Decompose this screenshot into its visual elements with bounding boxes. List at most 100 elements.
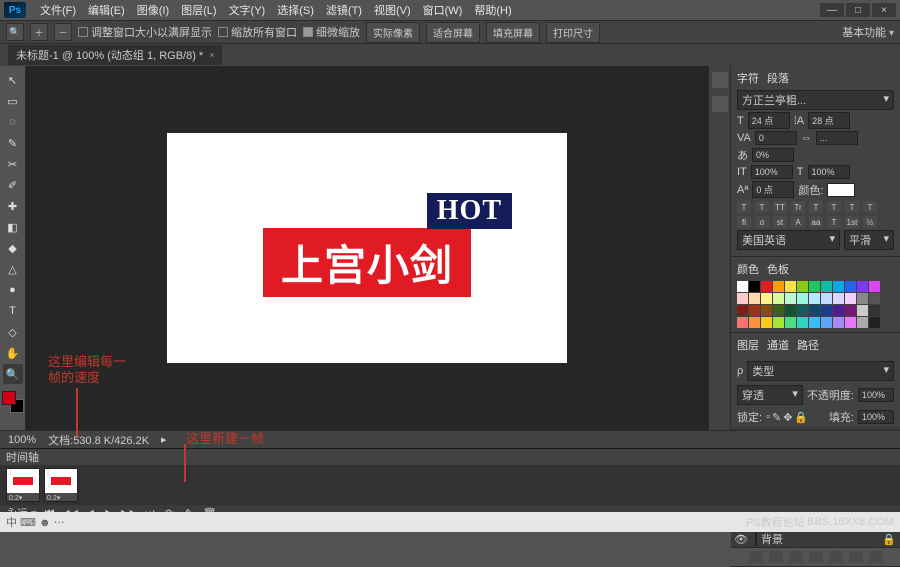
swatch[interactable] xyxy=(737,317,748,328)
swatch[interactable] xyxy=(761,281,772,292)
ot-titling[interactable]: T xyxy=(827,216,841,228)
tab-channels[interactable]: 通道 xyxy=(767,337,789,353)
document-canvas[interactable]: HOT 上宫小剑 xyxy=(167,133,567,363)
layer-mask-icon[interactable] xyxy=(789,551,803,563)
menu-edit[interactable]: 编辑(E) xyxy=(82,2,131,18)
timeline-frame[interactable]: 20.2▾ xyxy=(44,468,78,502)
swatch[interactable] xyxy=(821,281,832,292)
stamp-tool[interactable]: ◆ xyxy=(3,238,23,258)
ime-indicator[interactable]: 中 ⌨ ☻ ⋯ xyxy=(6,514,65,530)
hand-tool[interactable]: ✋ xyxy=(3,343,23,363)
menu-image[interactable]: 图像(I) xyxy=(131,2,175,18)
properties-panel-icon[interactable] xyxy=(712,96,728,112)
scale-input[interactable]: 0% xyxy=(752,148,794,162)
close-tab-icon[interactable]: × xyxy=(209,50,214,60)
lasso-tool[interactable]: ◌ xyxy=(3,112,23,132)
swatch[interactable] xyxy=(809,317,820,328)
heal-tool[interactable]: ✚ xyxy=(3,196,23,216)
tab-layers[interactable]: 图层 xyxy=(737,337,759,353)
type-tool[interactable]: T xyxy=(3,301,23,321)
link-layers-icon[interactable] xyxy=(749,551,763,563)
shape-tool[interactable]: ◇ xyxy=(3,322,23,342)
swatch[interactable] xyxy=(797,305,808,316)
language-select[interactable]: 美国英语▾ xyxy=(737,230,840,250)
resize-window-check[interactable]: 调整窗口大小以满屏显示 xyxy=(78,24,212,40)
wand-tool[interactable]: ✎ xyxy=(3,133,23,153)
font-family-select[interactable]: 方正兰亭粗...▾ xyxy=(737,90,894,110)
swatch[interactable] xyxy=(833,317,844,328)
swatch[interactable] xyxy=(833,305,844,316)
swatch[interactable] xyxy=(785,293,796,304)
menu-window[interactable]: 窗口(W) xyxy=(417,2,469,18)
swatch[interactable] xyxy=(869,317,880,328)
window-close[interactable]: × xyxy=(872,3,896,17)
hscale-input[interactable]: 100% xyxy=(808,165,850,179)
visibility-icon[interactable]: 👁 xyxy=(735,533,747,546)
zoom-all-check[interactable]: 缩放所有窗口 xyxy=(218,24,297,40)
menu-layer[interactable]: 图层(L) xyxy=(175,2,222,18)
window-minimize[interactable]: — xyxy=(820,3,844,17)
delete-layer-icon[interactable] xyxy=(869,551,883,563)
doc-info[interactable]: 文档:530.8 K/426.2K xyxy=(48,432,149,448)
swatch[interactable] xyxy=(869,281,880,292)
ot-ordinals[interactable]: 1st xyxy=(845,216,859,228)
document-tab[interactable]: 未标题-1 @ 100% (动态组 1, RGB/8) * × xyxy=(8,45,222,65)
swatch[interactable] xyxy=(821,293,832,304)
marquee-tool[interactable]: ▭ xyxy=(3,91,23,111)
swatch[interactable] xyxy=(785,317,796,328)
layer-fx-icon[interactable] xyxy=(769,551,783,563)
tracking-input[interactable]: ... xyxy=(816,131,858,145)
swatch[interactable] xyxy=(857,305,868,316)
ot-ligatures[interactable]: fi xyxy=(737,216,751,228)
swatch[interactable] xyxy=(773,281,784,292)
new-layer-icon[interactable] xyxy=(849,551,863,563)
zoom-tool-icon[interactable]: 🔍 xyxy=(6,23,24,41)
swatch[interactable] xyxy=(797,317,808,328)
adjustment-layer-icon[interactable] xyxy=(809,551,823,563)
baseline-input[interactable]: 0 点 xyxy=(752,181,794,198)
swatch[interactable] xyxy=(749,317,760,328)
swatch[interactable] xyxy=(857,281,868,292)
swatch[interactable] xyxy=(749,281,760,292)
ot-contextual[interactable]: σ xyxy=(755,216,769,228)
frame-delay[interactable]: 0.2▾ xyxy=(9,494,22,502)
eraser-tool[interactable]: △ xyxy=(3,259,23,279)
gradient-tool[interactable]: ● xyxy=(3,280,23,300)
swatch[interactable] xyxy=(773,317,784,328)
swatch-grid[interactable] xyxy=(737,281,894,328)
faux-bold[interactable]: T xyxy=(737,201,751,213)
swatch[interactable] xyxy=(749,305,760,316)
eyedropper-tool[interactable]: ✐ xyxy=(3,175,23,195)
fill-screen-button[interactable]: 填充屏幕 xyxy=(486,22,540,43)
swatch[interactable] xyxy=(737,293,748,304)
swatch[interactable] xyxy=(761,317,772,328)
window-maximize[interactable]: □ xyxy=(846,3,870,17)
zoom-level[interactable]: 100% xyxy=(8,434,36,446)
timeline-frame[interactable]: 10.2▾ xyxy=(6,468,40,502)
lock-icons[interactable]: ▫✎✥🔒 xyxy=(766,411,808,424)
strike[interactable]: T xyxy=(863,201,877,213)
swatch[interactable] xyxy=(773,305,784,316)
tab-paths[interactable]: 路径 xyxy=(797,337,819,353)
swatch[interactable] xyxy=(869,293,880,304)
kerning-input[interactable]: 0 xyxy=(755,131,797,145)
brush-tool[interactable]: ◧ xyxy=(3,217,23,237)
swatch[interactable] xyxy=(785,305,796,316)
print-size-button[interactable]: 打印尺寸 xyxy=(546,22,600,43)
swatch[interactable] xyxy=(845,317,856,328)
swatch[interactable] xyxy=(857,317,868,328)
fit-screen-button[interactable]: 适合屏幕 xyxy=(426,22,480,43)
ot-fractions[interactable]: ½ xyxy=(863,216,877,228)
swatch[interactable] xyxy=(737,305,748,316)
swatch[interactable] xyxy=(869,305,880,316)
swatch[interactable] xyxy=(797,281,808,292)
workspace-switcher[interactable]: 基本功能 ▾ xyxy=(842,24,894,40)
color-swatches[interactable] xyxy=(2,391,24,413)
opacity-input[interactable]: 100% xyxy=(858,388,894,402)
swatch[interactable] xyxy=(809,281,820,292)
swatch[interactable] xyxy=(821,317,832,328)
swatch[interactable] xyxy=(809,305,820,316)
underline[interactable]: T xyxy=(845,201,859,213)
vscale-input[interactable]: 100% xyxy=(751,165,793,179)
frame-delay[interactable]: 0.2▾ xyxy=(47,494,60,502)
